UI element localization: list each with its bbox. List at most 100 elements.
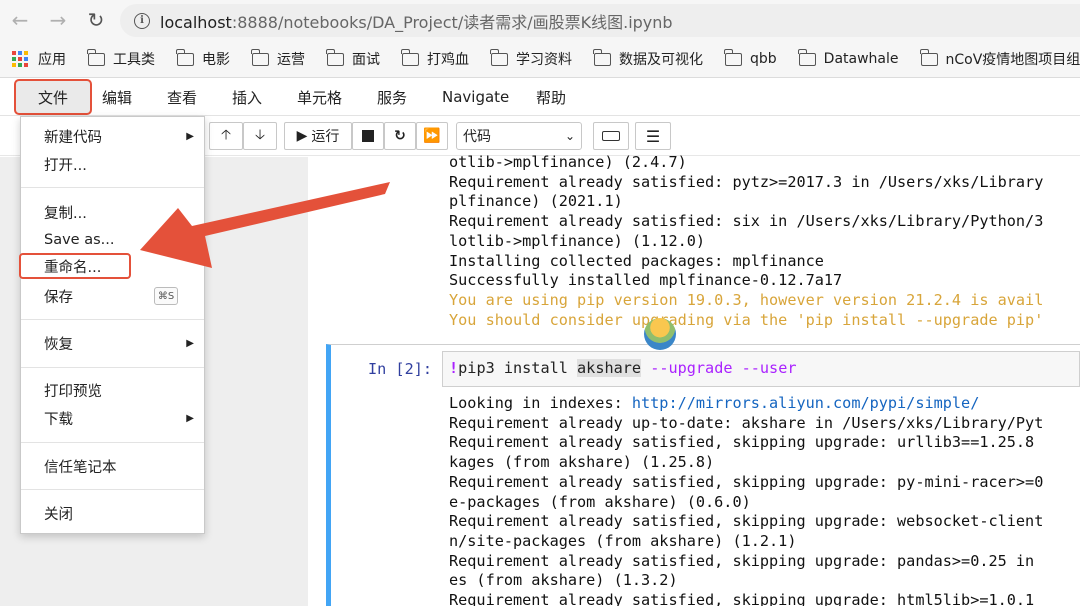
bookmark-label: 面试	[352, 52, 380, 68]
output-line: Successfully installed mplfinance-0.12.7…	[449, 271, 843, 290]
bookmark-apps[interactable]: 应用	[12, 49, 66, 69]
toc-button[interactable]: ☰	[635, 122, 671, 150]
menu-save-as[interactable]: Save as...	[21, 227, 204, 253]
restart-button[interactable]: ↻	[384, 122, 416, 150]
menu-label: 复制...	[44, 205, 87, 222]
menu-help[interactable]: 帮助	[536, 78, 566, 116]
save-shortcut: ⌘S	[154, 287, 178, 305]
menu-open[interactable]: 打开...	[21, 151, 204, 177]
bookmark-label: qbb	[750, 51, 777, 67]
menu-download[interactable]: 下载 ▶	[21, 405, 204, 431]
bookmark-folder[interactable]: 运营	[251, 48, 305, 69]
folder-icon	[798, 48, 816, 66]
restart-icon: ↻	[394, 128, 406, 144]
bookmark-folder[interactable]: Datawhale	[798, 48, 899, 67]
command-palette-button[interactable]	[593, 122, 629, 150]
menu-revert[interactable]: 恢复 ▶	[21, 330, 204, 356]
folder-icon	[326, 48, 344, 66]
folder-icon	[919, 48, 938, 66]
menu-navigate[interactable]: Navigate	[442, 78, 509, 116]
submenu-caret-icon: ▶	[186, 337, 194, 349]
output-line: Requirement already satisfied, skipping …	[449, 472, 1044, 491]
bookmark-label: 学习资料	[516, 52, 572, 68]
menu-divider	[21, 319, 204, 320]
interrupt-button[interactable]	[352, 122, 384, 150]
menu-label: 保存	[44, 289, 73, 306]
forward-arrow-icon[interactable]: →	[46, 8, 70, 32]
bookmark-folder[interactable]: nCoV疫情地图项目组	[919, 48, 1080, 69]
bookmark-folder[interactable]: 电影	[176, 48, 230, 69]
folder-icon	[724, 48, 742, 66]
menu-file[interactable]: 文件	[14, 79, 92, 115]
bookmark-label: 电影	[202, 52, 230, 68]
move-down-button[interactable]: 🡣	[243, 122, 277, 150]
folder-icon	[401, 48, 419, 66]
menu-divider	[21, 367, 204, 368]
menu-cell[interactable]: 单元格	[297, 78, 342, 116]
bookmark-folder[interactable]: 学习资料	[490, 48, 572, 69]
bookmark-label: nCoV疫情地图项目组	[945, 52, 1080, 68]
menu-print-preview[interactable]: 打印预览	[21, 377, 204, 403]
url-host: localhost	[160, 12, 232, 32]
restart-run-all-button[interactable]: ⏩	[416, 122, 448, 150]
run-label: 运行	[311, 129, 340, 145]
menu-kernel[interactable]: 服务	[377, 78, 407, 116]
menu-make-copy[interactable]: 复制...	[21, 199, 204, 225]
kernel-busy-icon	[644, 318, 676, 350]
submenu-caret-icon: ▶	[186, 412, 194, 424]
arrow-down-icon: 🡣	[254, 127, 266, 143]
move-up-button[interactable]: 🡡	[209, 122, 243, 150]
keyboard-icon	[602, 131, 620, 141]
menu-label: 关闭	[44, 506, 73, 523]
apps-grid-icon	[12, 51, 28, 67]
bookmark-label: Datawhale	[823, 51, 899, 67]
output-line: Requirement already satisfied: six in /U…	[449, 212, 1044, 231]
index-url-link[interactable]: http://mirrors.aliyun.com/pypi/simple/	[632, 394, 979, 412]
reload-icon[interactable]: ↻	[84, 8, 108, 32]
chevron-down-icon: ⌄	[564, 129, 575, 143]
code-bang: !	[449, 359, 459, 377]
output-line: e-packages (from akshare) (0.6.0)	[449, 492, 751, 511]
bookmark-folder[interactable]: qbb	[724, 48, 777, 67]
bookmark-folder[interactable]: 工具类	[87, 48, 155, 69]
output-line: Requirement already satisfied, skipping …	[449, 433, 1035, 452]
menu-save[interactable]: 保存 ⌘S	[21, 283, 204, 309]
code-command: pip3 install	[458, 359, 578, 377]
menu-edit[interactable]: 编辑	[102, 78, 132, 116]
output-line: es (from akshare) (1.3.2)	[449, 571, 678, 590]
menu-new-notebook[interactable]: 新建代码 ▶	[21, 123, 204, 149]
cell1-output: otlib->mplfinance) (2.4.7) Requirement al…	[449, 153, 1080, 330]
menu-divider	[21, 489, 204, 490]
menu-close[interactable]: 关闭	[21, 500, 204, 526]
menu-insert[interactable]: 插入	[232, 78, 262, 116]
cell-code[interactable]: !pip3 install akshare --upgrade --user	[449, 359, 797, 377]
folder-icon	[490, 48, 508, 66]
output-line: Requirement already satisfied, skipping …	[449, 591, 1035, 606]
cell-type-select[interactable]: 代码 ⌄	[456, 122, 582, 150]
run-button[interactable]: ▶ 运行	[284, 122, 352, 150]
back-arrow-icon[interactable]: ←	[8, 8, 32, 32]
bookmark-folder[interactable]: 数据及可视化	[593, 48, 703, 69]
menu-rename[interactable]: 重命名...	[19, 253, 131, 279]
bookmark-folder[interactable]: 打鸡血	[401, 48, 469, 69]
warning-line: You are using pip version 19.0.3, howeve…	[449, 290, 1044, 309]
submenu-caret-icon: ▶	[186, 130, 194, 142]
cell2-output: Looking in indexes: http://mirrors.aliyu…	[449, 394, 1080, 606]
output-text: Looking in indexes:	[449, 394, 632, 412]
code-flag: --user	[732, 359, 797, 377]
browser-chrome: ← → ↻ i localhost:8888/notebooks/DA_Proj…	[0, 0, 1080, 78]
info-icon[interactable]: i	[134, 12, 150, 29]
bookmark-label: 打鸡血	[427, 52, 469, 68]
bookmark-folder[interactable]: 面试	[326, 48, 380, 69]
menu-trust-notebook[interactable]: 信任笔记本	[21, 453, 204, 479]
address-bar[interactable]: i localhost:8888/notebooks/DA_Project/读者…	[120, 4, 1080, 37]
menu-label: 恢复	[44, 336, 73, 353]
menu-divider	[21, 442, 204, 443]
bookmark-label: 应用	[38, 52, 66, 68]
menu-view[interactable]: 查看	[167, 78, 197, 116]
url-path: :8888/notebooks/DA_Project/读者需求/画股票K线图.i…	[231, 12, 673, 32]
menu-label: 新建代码	[44, 129, 102, 146]
menu-label: Save as...	[44, 232, 115, 248]
menu-label: 信任笔记本	[44, 459, 117, 476]
output-line: Requirement already satisfied, skipping …	[449, 512, 1044, 531]
